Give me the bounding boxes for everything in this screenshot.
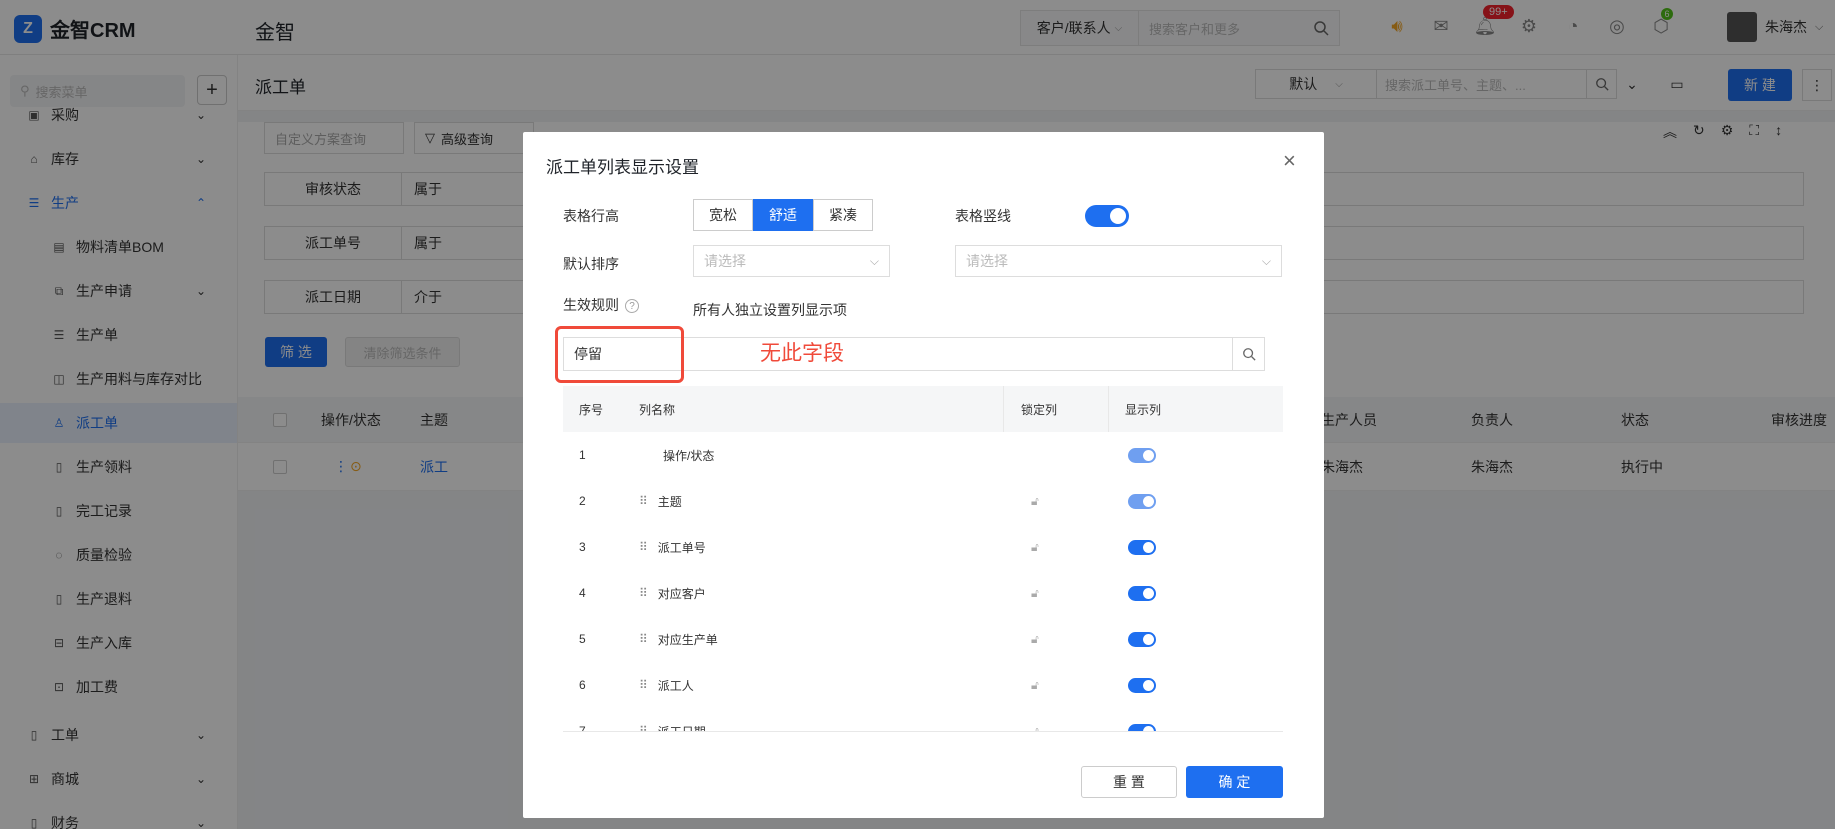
column-name: 操作/状态 bbox=[663, 448, 715, 463]
columns-table: 序号 列名称 锁定列 显示列 1 操作/状态 2 ⠿ 主题 🔓︎ 3 ⠿ 派工单号 … bbox=[563, 386, 1283, 732]
column-row: 2 ⠿ 主题 🔓︎ bbox=[563, 478, 1283, 524]
unlock-icon[interactable]: 🔓︎ bbox=[1031, 524, 1039, 570]
column-name: 对应客户 bbox=[657, 586, 706, 601]
column-name: 主题 bbox=[657, 494, 682, 509]
reset-button[interactable]: 重 置 bbox=[1081, 766, 1177, 798]
column-name: 派工日期 bbox=[657, 724, 706, 732]
column-settings-modal: 派工单列表显示设置 × 表格行高 宽松 舒适 紧凑 表格竖线 默认排序 请选择 ⌵… bbox=[523, 132, 1324, 818]
rule-label: 生效规则? bbox=[563, 295, 639, 315]
unlock-icon[interactable]: 🔓︎ bbox=[1031, 478, 1039, 524]
show-column-toggle[interactable] bbox=[1128, 677, 1156, 693]
row-height-compact[interactable]: 紧凑 bbox=[813, 199, 873, 231]
drag-handle-icon[interactable]: ⠿ bbox=[639, 540, 648, 554]
column-index: 6 bbox=[579, 678, 586, 692]
vertical-line-label: 表格竖线 bbox=[955, 208, 1011, 224]
chevron-down-icon: ⌵ bbox=[869, 253, 879, 268]
header-index: 序号 bbox=[579, 402, 604, 417]
column-row: 7 ⠿ 派工日期 🔓︎ bbox=[563, 708, 1283, 732]
columns-table-header: 序号 列名称 锁定列 显示列 bbox=[563, 386, 1283, 432]
sort-field-placeholder: 请选择 bbox=[704, 253, 746, 269]
column-name: 派工人 bbox=[657, 678, 694, 693]
annotation-text: 无此字段 bbox=[760, 342, 844, 365]
default-sort-label: 默认排序 bbox=[563, 256, 619, 272]
search-icon[interactable] bbox=[1232, 338, 1264, 370]
header-show: 显示列 bbox=[1125, 402, 1162, 417]
unlock-icon[interactable]: 🔓︎ bbox=[1031, 662, 1039, 708]
column-index: 1 bbox=[579, 448, 586, 462]
header-lock: 锁定列 bbox=[1021, 402, 1058, 417]
column-index: 3 bbox=[579, 540, 586, 554]
rule-label-text: 生效规则 bbox=[563, 297, 619, 313]
show-column-toggle bbox=[1128, 447, 1156, 463]
row-height-label: 表格行高 bbox=[563, 208, 619, 224]
column-row: 1 操作/状态 bbox=[563, 432, 1283, 478]
header-name: 列名称 bbox=[639, 402, 676, 417]
unlock-icon[interactable]: 🔓︎ bbox=[1031, 570, 1039, 616]
drag-handle-icon[interactable]: ⠿ bbox=[639, 586, 648, 600]
show-column-toggle[interactable] bbox=[1128, 539, 1156, 555]
column-index: 4 bbox=[579, 586, 586, 600]
unlock-icon[interactable]: 🔓︎ bbox=[1031, 708, 1039, 732]
column-row: 3 ⠿ 派工单号 🔓︎ bbox=[563, 524, 1283, 570]
row-height-comfortable[interactable]: 舒适 bbox=[753, 199, 813, 231]
sort-field-select[interactable]: 请选择 ⌵ bbox=[693, 245, 890, 277]
drag-handle-icon[interactable]: ⠿ bbox=[639, 494, 648, 508]
rule-value: 所有人独立设置列显示项 bbox=[693, 302, 847, 318]
show-column-toggle[interactable] bbox=[1128, 493, 1156, 509]
column-index: 7 bbox=[579, 724, 586, 732]
highlight-box bbox=[555, 326, 684, 383]
column-row: 4 ⠿ 对应客户 🔓︎ bbox=[563, 570, 1283, 616]
column-index: 2 bbox=[579, 494, 586, 508]
column-name: 派工单号 bbox=[657, 540, 706, 555]
modal-title: 派工单列表显示设置 bbox=[546, 158, 699, 177]
close-icon[interactable]: × bbox=[1283, 148, 1296, 174]
sort-order-placeholder: 请选择 bbox=[966, 253, 1008, 269]
column-name: 对应生产单 bbox=[657, 632, 718, 647]
row-height-loose[interactable]: 宽松 bbox=[693, 199, 753, 231]
show-column-toggle[interactable] bbox=[1128, 585, 1156, 601]
confirm-button[interactable]: 确 定 bbox=[1186, 766, 1283, 798]
drag-handle-icon[interactable]: ⠿ bbox=[639, 678, 648, 692]
drag-handle-icon[interactable]: ⠿ bbox=[639, 724, 648, 731]
column-row: 5 ⠿ 对应生产单 🔓︎ bbox=[563, 616, 1283, 662]
show-column-toggle[interactable] bbox=[1128, 631, 1156, 647]
sort-order-select[interactable]: 请选择 ⌵ bbox=[955, 245, 1282, 277]
drag-handle-icon[interactable]: ⠿ bbox=[639, 632, 648, 646]
row-height-segmented: 宽松 舒适 紧凑 bbox=[693, 199, 873, 231]
vertical-line-toggle[interactable] bbox=[1085, 205, 1129, 227]
show-column-toggle[interactable] bbox=[1128, 723, 1156, 731]
unlock-icon[interactable]: 🔓︎ bbox=[1031, 616, 1039, 662]
chevron-down-icon: ⌵ bbox=[1261, 253, 1271, 268]
column-row: 6 ⠿ 派工人 🔓︎ bbox=[563, 662, 1283, 708]
help-icon[interactable]: ? bbox=[625, 299, 639, 314]
column-index: 5 bbox=[579, 632, 586, 646]
